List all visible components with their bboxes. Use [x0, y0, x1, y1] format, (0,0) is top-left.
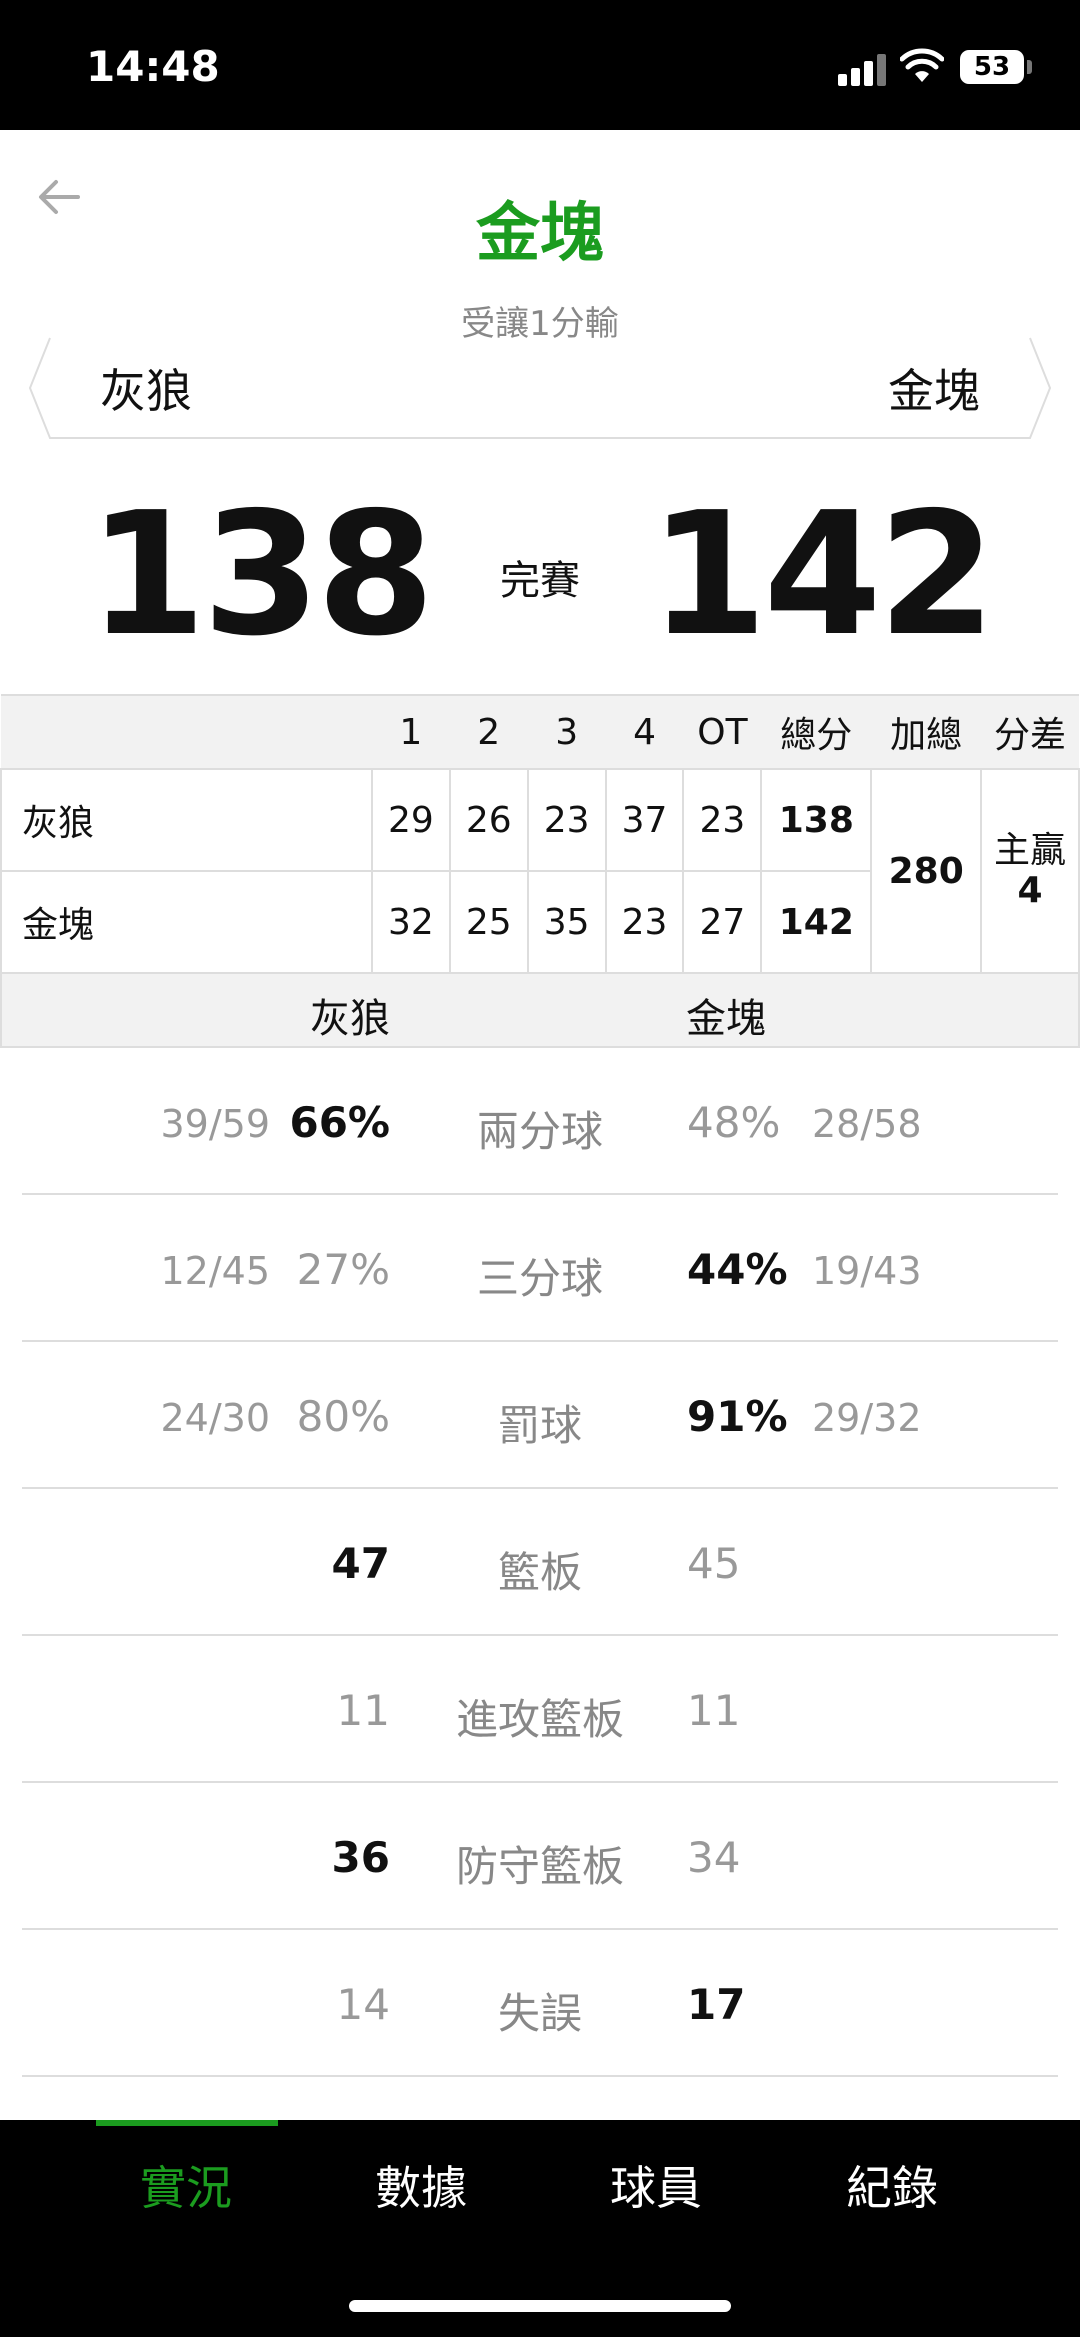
right-stat-value: 17: [687, 1980, 746, 2029]
header-q3: 3: [527, 694, 606, 770]
wifi-icon: [900, 48, 944, 82]
stat-label: 籃板: [497, 1548, 582, 1597]
header-ot: OT: [683, 694, 762, 770]
stat-row-defensive-rebounds: 36 防守籃板 34: [22, 1783, 1058, 1930]
right-stat-value: 45: [687, 1539, 741, 1588]
stat-row-two-pointers: 39/59 66% 兩分球 48% 28/58: [22, 1048, 1058, 1195]
quarter-score: 37: [604, 768, 685, 872]
team-name: 灰狼: [0, 768, 373, 872]
right-stat-fraction: 19/43: [812, 1249, 922, 1293]
quarter-score: 23: [526, 768, 607, 872]
right-stat-value: 91%: [687, 1392, 788, 1441]
header-blank: [1, 694, 372, 770]
right-team-name[interactable]: 金塊: [888, 355, 980, 421]
stats-header-left-team: 灰狼: [310, 996, 390, 1042]
quarter-score: 23: [604, 870, 685, 974]
points-diff: 主贏 4: [980, 768, 1080, 974]
table-header-row: 1 2 3 4 OT 總分 加總 分差: [1, 694, 1079, 770]
quarter-score: 23: [682, 768, 763, 872]
stat-row-turnovers: 14 失誤 17: [22, 1930, 1058, 2077]
stat-label: 防守籃板: [455, 1842, 624, 1891]
quarter-score: 27: [682, 870, 763, 974]
stat-row-rebounds: 47 籃板 45: [22, 1489, 1058, 1636]
tab-players[interactable]: 球員: [556, 2152, 756, 2218]
status-bar: 14:48 53: [0, 0, 1080, 130]
team-name: 金塊: [0, 870, 373, 974]
stat-label: 進攻籃板: [455, 1695, 624, 1744]
stat-label: 失誤: [497, 1989, 582, 2038]
right-team-score: 142: [649, 476, 996, 674]
quarter-score: 29: [370, 768, 451, 872]
home-indicator[interactable]: [349, 2300, 731, 2312]
cellular-signal-icon: [838, 52, 888, 86]
right-stat-value: 44%: [687, 1245, 788, 1294]
stat-row-three-pointers: 12/45 27% 三分球 44% 19/43: [22, 1195, 1058, 1342]
page-title: 金塊: [476, 197, 604, 271]
quarter-scores-table: 1 2 3 4 OT 總分 加總 分差 灰狼 29 26 23 37 23 13…: [0, 694, 1080, 974]
right-stat-value: 34: [687, 1833, 741, 1882]
table-row: 灰狼 29 26 23 37 23 138 280 主贏 4: [0, 768, 1080, 974]
stats-list: 39/59 66% 兩分球 48% 28/58 12/45 27% 三分球 44…: [0, 1048, 1080, 2077]
stats-header-right-team: 金塊: [686, 996, 766, 1042]
header-total: 總分: [761, 694, 872, 770]
active-tab-indicator: [96, 2120, 278, 2126]
header-q1: 1: [371, 694, 450, 770]
tab-records[interactable]: 紀錄: [792, 2152, 992, 2218]
right-stat-value: 11: [687, 1686, 741, 1735]
quarter-score: 35: [526, 870, 607, 974]
header-q4: 4: [605, 694, 684, 770]
quarter-score: 26: [448, 768, 529, 872]
right-stat-fraction: 28/58: [812, 1102, 922, 1146]
team-total: 142: [760, 870, 873, 974]
tab-data[interactable]: 數據: [321, 2152, 521, 2218]
header-sum: 加總: [871, 694, 982, 770]
quarter-score: 25: [448, 870, 529, 974]
status-time: 14:48: [86, 42, 220, 91]
stat-row-offensive-rebounds: 11 進攻籃板 11: [22, 1636, 1058, 1783]
diff-value: 4: [1017, 870, 1043, 911]
right-stat-value: 48%: [687, 1098, 781, 1147]
battery-tip: [1027, 60, 1032, 74]
header-q2: 2: [449, 694, 528, 770]
header-diff: 分差: [981, 694, 1079, 770]
quarter-score: 32: [370, 870, 451, 974]
points-sum: 280: [870, 768, 983, 974]
left-team-name[interactable]: 灰狼: [100, 355, 192, 421]
diff-label: 主贏: [994, 830, 1067, 871]
battery-icon: 53: [960, 50, 1024, 84]
team-total: 138: [760, 768, 873, 872]
right-stat-fraction: 29/32: [812, 1396, 922, 1440]
tab-live[interactable]: 實況: [86, 2152, 286, 2218]
stats-header: 灰狼 金塊: [0, 974, 1080, 1048]
stat-row-free-throws: 24/30 80% 罰球 91% 29/32: [22, 1342, 1058, 1489]
